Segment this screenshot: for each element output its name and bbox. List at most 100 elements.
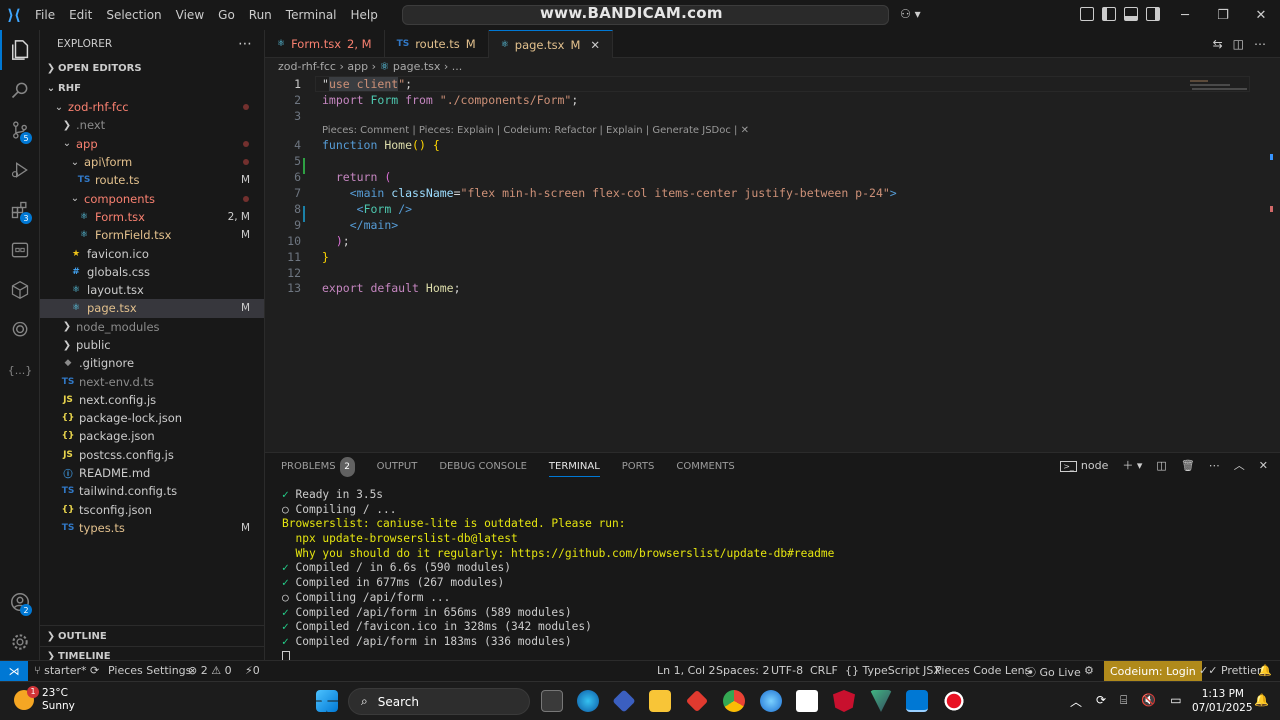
outline-section[interactable]: ❯ OUTLINE: [40, 626, 265, 646]
taskbar-clock[interactable]: 1:13 PM 07/01/2025: [1192, 687, 1253, 715]
task-view-icon[interactable]: [541, 690, 563, 712]
json-icon[interactable]: {...}: [0, 350, 40, 390]
edge-beta-icon[interactable]: [760, 690, 782, 712]
restore-icon[interactable]: ❐: [1204, 0, 1242, 30]
tree-item[interactable]: ❯ node_modules: [40, 318, 264, 336]
trash-icon[interactable]: 🗑: [1181, 459, 1195, 472]
menu-item-run[interactable]: Run: [242, 0, 279, 30]
notifications-icon[interactable]: 🔔: [1258, 664, 1272, 677]
code-lens[interactable]: Pieces: Comment | Pieces: Explain | Code…: [322, 125, 749, 136]
menu-item-file[interactable]: File: [28, 0, 62, 30]
language-mode[interactable]: {} TypeScript JSX: [845, 664, 941, 677]
git-icon[interactable]: [685, 689, 709, 713]
new-terminal-icon[interactable]: ＋ ▾: [1122, 457, 1142, 473]
toggle-secondary-sidebar-icon[interactable]: [1146, 7, 1160, 21]
mcafee-icon[interactable]: [833, 690, 855, 712]
chevron-up-icon[interactable]: ︿: [1070, 693, 1082, 710]
taskbar-search[interactable]: ⌕ Search: [348, 688, 530, 715]
tree-item[interactable]: ⌄ components: [40, 189, 264, 207]
vue-icon[interactable]: [870, 690, 892, 712]
devtools-icon[interactable]: [612, 689, 636, 713]
menu-item-go[interactable]: Go: [211, 0, 242, 30]
open-editors-section[interactable]: ❯ OPEN EDITORS: [40, 58, 264, 78]
more-actions-icon[interactable]: ⋯: [1254, 37, 1266, 51]
editor-tab-route-ts[interactable]: TS route.ts M: [385, 30, 489, 58]
tree-item[interactable]: ⓘ README.md: [40, 464, 264, 482]
close-tab-icon[interactable]: ✕: [590, 38, 600, 52]
run-debug-icon[interactable]: [0, 150, 40, 190]
weather-widget[interactable]: 1 23°C Sunny: [14, 686, 75, 713]
docker-icon[interactable]: [0, 230, 40, 270]
tree-item[interactable]: ⌄ zod-rhf-fcc: [40, 98, 264, 116]
tree-item[interactable]: ★ favicon.ico: [40, 244, 264, 262]
chrome-icon[interactable]: [723, 690, 745, 712]
line-ending[interactable]: CRLF: [810, 664, 838, 677]
split-editor-icon[interactable]: ◫: [1233, 37, 1244, 51]
workspace-section[interactable]: ⌄ RHF: [40, 78, 264, 98]
minimize-icon[interactable]: ─: [1166, 0, 1204, 30]
tree-item[interactable]: {} package-lock.json: [40, 409, 264, 427]
terminal-shell[interactable]: >_ node: [1060, 459, 1108, 472]
gear-icon[interactable]: [0, 622, 40, 662]
tree-item[interactable]: ⚛ page.tsx M: [40, 299, 264, 318]
customize-layout-icon[interactable]: [1080, 7, 1094, 21]
more-actions-icon[interactable]: ⋯: [238, 36, 252, 52]
tree-item[interactable]: JS postcss.config.js: [40, 446, 264, 464]
code-editor[interactable]: Pieces: Comment | Pieces: Explain | Code…: [265, 76, 1280, 451]
tree-item[interactable]: ❯ public: [40, 336, 264, 354]
store-icon[interactable]: [796, 690, 818, 712]
problems-status[interactable]: ⊗ 2 ⚠ 0: [188, 664, 232, 677]
menu-item-selection[interactable]: Selection: [99, 0, 168, 30]
maximize-panel-icon[interactable]: ︿: [1234, 457, 1245, 473]
branch-status[interactable]: ⑂ starter* ⟳: [34, 664, 99, 677]
panel-tab-ports[interactable]: PORTS: [622, 457, 655, 477]
tree-item[interactable]: ⌄ app: [40, 135, 264, 153]
breadcrumb-segment[interactable]: app: [347, 60, 368, 73]
explorer-icon[interactable]: [0, 30, 40, 70]
pieces-code-lens[interactable]: Pieces Code Lens: [935, 664, 1030, 677]
more-actions-icon[interactable]: ⋯: [1209, 459, 1220, 472]
vscode-taskbar-icon[interactable]: [906, 690, 928, 712]
menu-item-view[interactable]: View: [169, 0, 211, 30]
search-icon[interactable]: [0, 70, 40, 110]
compare-icon[interactable]: ⇆: [1213, 37, 1223, 51]
tree-item[interactable]: ⚛ layout.tsx: [40, 281, 264, 299]
network-icon[interactable]: ⌸: [1120, 693, 1127, 710]
tree-item[interactable]: {} package.json: [40, 427, 264, 445]
tree-item[interactable]: TS tailwind.config.ts: [40, 482, 264, 500]
tree-item[interactable]: {} tsconfig.json: [40, 501, 264, 519]
panel-tab-output[interactable]: OUTPUT: [377, 457, 418, 477]
breadcrumb-segment[interactable]: page.tsx: [393, 60, 441, 73]
tree-item[interactable]: ⚛ Form.tsx 2, M: [40, 208, 264, 226]
menu-item-edit[interactable]: Edit: [62, 0, 99, 30]
copilot-icon[interactable]: ⚇ ▾: [900, 7, 921, 21]
tree-item[interactable]: ❯ .next: [40, 116, 264, 134]
tree-item[interactable]: ⌄ api\form: [40, 153, 264, 171]
prettier[interactable]: ✓✓ Prettier: [1199, 664, 1261, 677]
remote-icon[interactable]: ⋊: [0, 661, 28, 682]
tree-item[interactable]: JS next.config.js: [40, 391, 264, 409]
encoding[interactable]: UTF-8: [771, 664, 803, 677]
ports-status[interactable]: ⚡0: [245, 664, 260, 677]
panel-tab-terminal[interactable]: TERMINAL: [548, 457, 600, 477]
tree-item[interactable]: TS types.ts M: [40, 519, 264, 537]
file-explorer-icon[interactable]: [649, 690, 671, 712]
indentation[interactable]: Spaces: 2: [716, 664, 769, 677]
source-control-icon[interactable]: 5: [0, 110, 40, 150]
close-window-icon[interactable]: ✕: [1242, 0, 1280, 30]
edge-icon[interactable]: [577, 690, 599, 712]
sync-tray-icon[interactable]: ⟳: [1096, 693, 1106, 710]
editor-tab-form-tsx[interactable]: ⚛ Form.tsx 2, M: [265, 30, 385, 58]
menu-item-help[interactable]: Help: [344, 0, 385, 30]
tree-item[interactable]: TS next-env.d.ts: [40, 372, 264, 390]
toggle-panel-icon[interactable]: [1124, 7, 1138, 21]
codeium-gear-icon[interactable]: ⚙: [1084, 664, 1094, 677]
editor-tab-page-tsx[interactable]: ⚛ page.tsx M ✕: [488, 30, 614, 58]
tree-item[interactable]: TS route.ts M: [40, 171, 264, 189]
breadcrumb-segment[interactable]: ...: [452, 60, 463, 73]
codeium-login[interactable]: Codeium: Login: [1104, 661, 1202, 682]
toggle-sidebar-icon[interactable]: [1102, 7, 1116, 21]
panel-tab-problems[interactable]: PROBLEMS 2: [281, 457, 355, 477]
pieces-settings[interactable]: Pieces Settings: [108, 664, 191, 677]
cursor-position[interactable]: Ln 1, Col 2: [657, 664, 716, 677]
